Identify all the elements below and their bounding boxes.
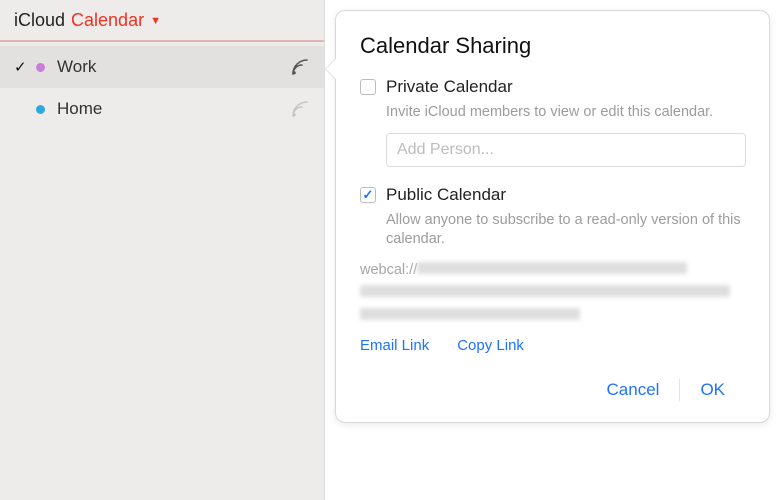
calendar-item-home[interactable]: Home <box>0 88 324 130</box>
private-section: Private Calendar Invite iCloud members t… <box>360 77 745 167</box>
app-root: iCloud Calendar ▼ ✓ Work Home <box>0 0 779 500</box>
popover-footer: Cancel OK <box>360 376 745 404</box>
popover-title: Calendar Sharing <box>360 33 745 59</box>
app-name-label: Calendar <box>71 10 144 31</box>
copy-link-button[interactable]: Copy Link <box>457 337 524 354</box>
private-desc: Invite iCloud members to view or edit th… <box>386 103 745 123</box>
broadcast-icon[interactable] <box>290 99 310 119</box>
url-redacted <box>417 262 687 274</box>
chevron-down-icon: ▼ <box>150 15 161 27</box>
sidebar-header[interactable]: iCloud Calendar ▼ <box>0 0 324 42</box>
broadcast-icon[interactable] <box>290 57 310 77</box>
add-person-placeholder: Add Person... <box>397 141 494 159</box>
public-url[interactable]: webcal:// <box>360 260 745 327</box>
public-checkbox[interactable] <box>360 187 376 203</box>
brand-label: iCloud <box>14 10 65 31</box>
color-dot <box>36 105 45 114</box>
url-redacted <box>360 308 580 320</box>
sidebar: iCloud Calendar ▼ ✓ Work Home <box>0 0 325 500</box>
add-person-input[interactable]: Add Person... <box>386 133 746 167</box>
calendar-item-work[interactable]: ✓ Work <box>0 46 324 88</box>
color-dot <box>36 63 45 72</box>
email-link-button[interactable]: Email Link <box>360 337 429 354</box>
calendar-list: ✓ Work Home <box>0 42 324 130</box>
public-section: Public Calendar Allow anyone to subscrib… <box>360 185 745 354</box>
url-redacted <box>360 285 730 297</box>
link-actions: Email Link Copy Link <box>360 337 745 354</box>
ok-button[interactable]: OK <box>680 376 745 404</box>
public-label: Public Calendar <box>386 185 506 205</box>
calendar-label: Home <box>57 99 290 119</box>
private-label: Private Calendar <box>386 77 513 97</box>
url-prefix: webcal:// <box>360 262 417 278</box>
public-desc: Allow anyone to subscribe to a read-only… <box>386 211 745 250</box>
calendar-label: Work <box>57 57 290 77</box>
check-icon: ✓ <box>14 58 36 76</box>
sharing-popover: Calendar Sharing Private Calendar Invite… <box>335 10 770 423</box>
private-checkbox[interactable] <box>360 79 376 95</box>
cancel-button[interactable]: Cancel <box>587 376 680 404</box>
